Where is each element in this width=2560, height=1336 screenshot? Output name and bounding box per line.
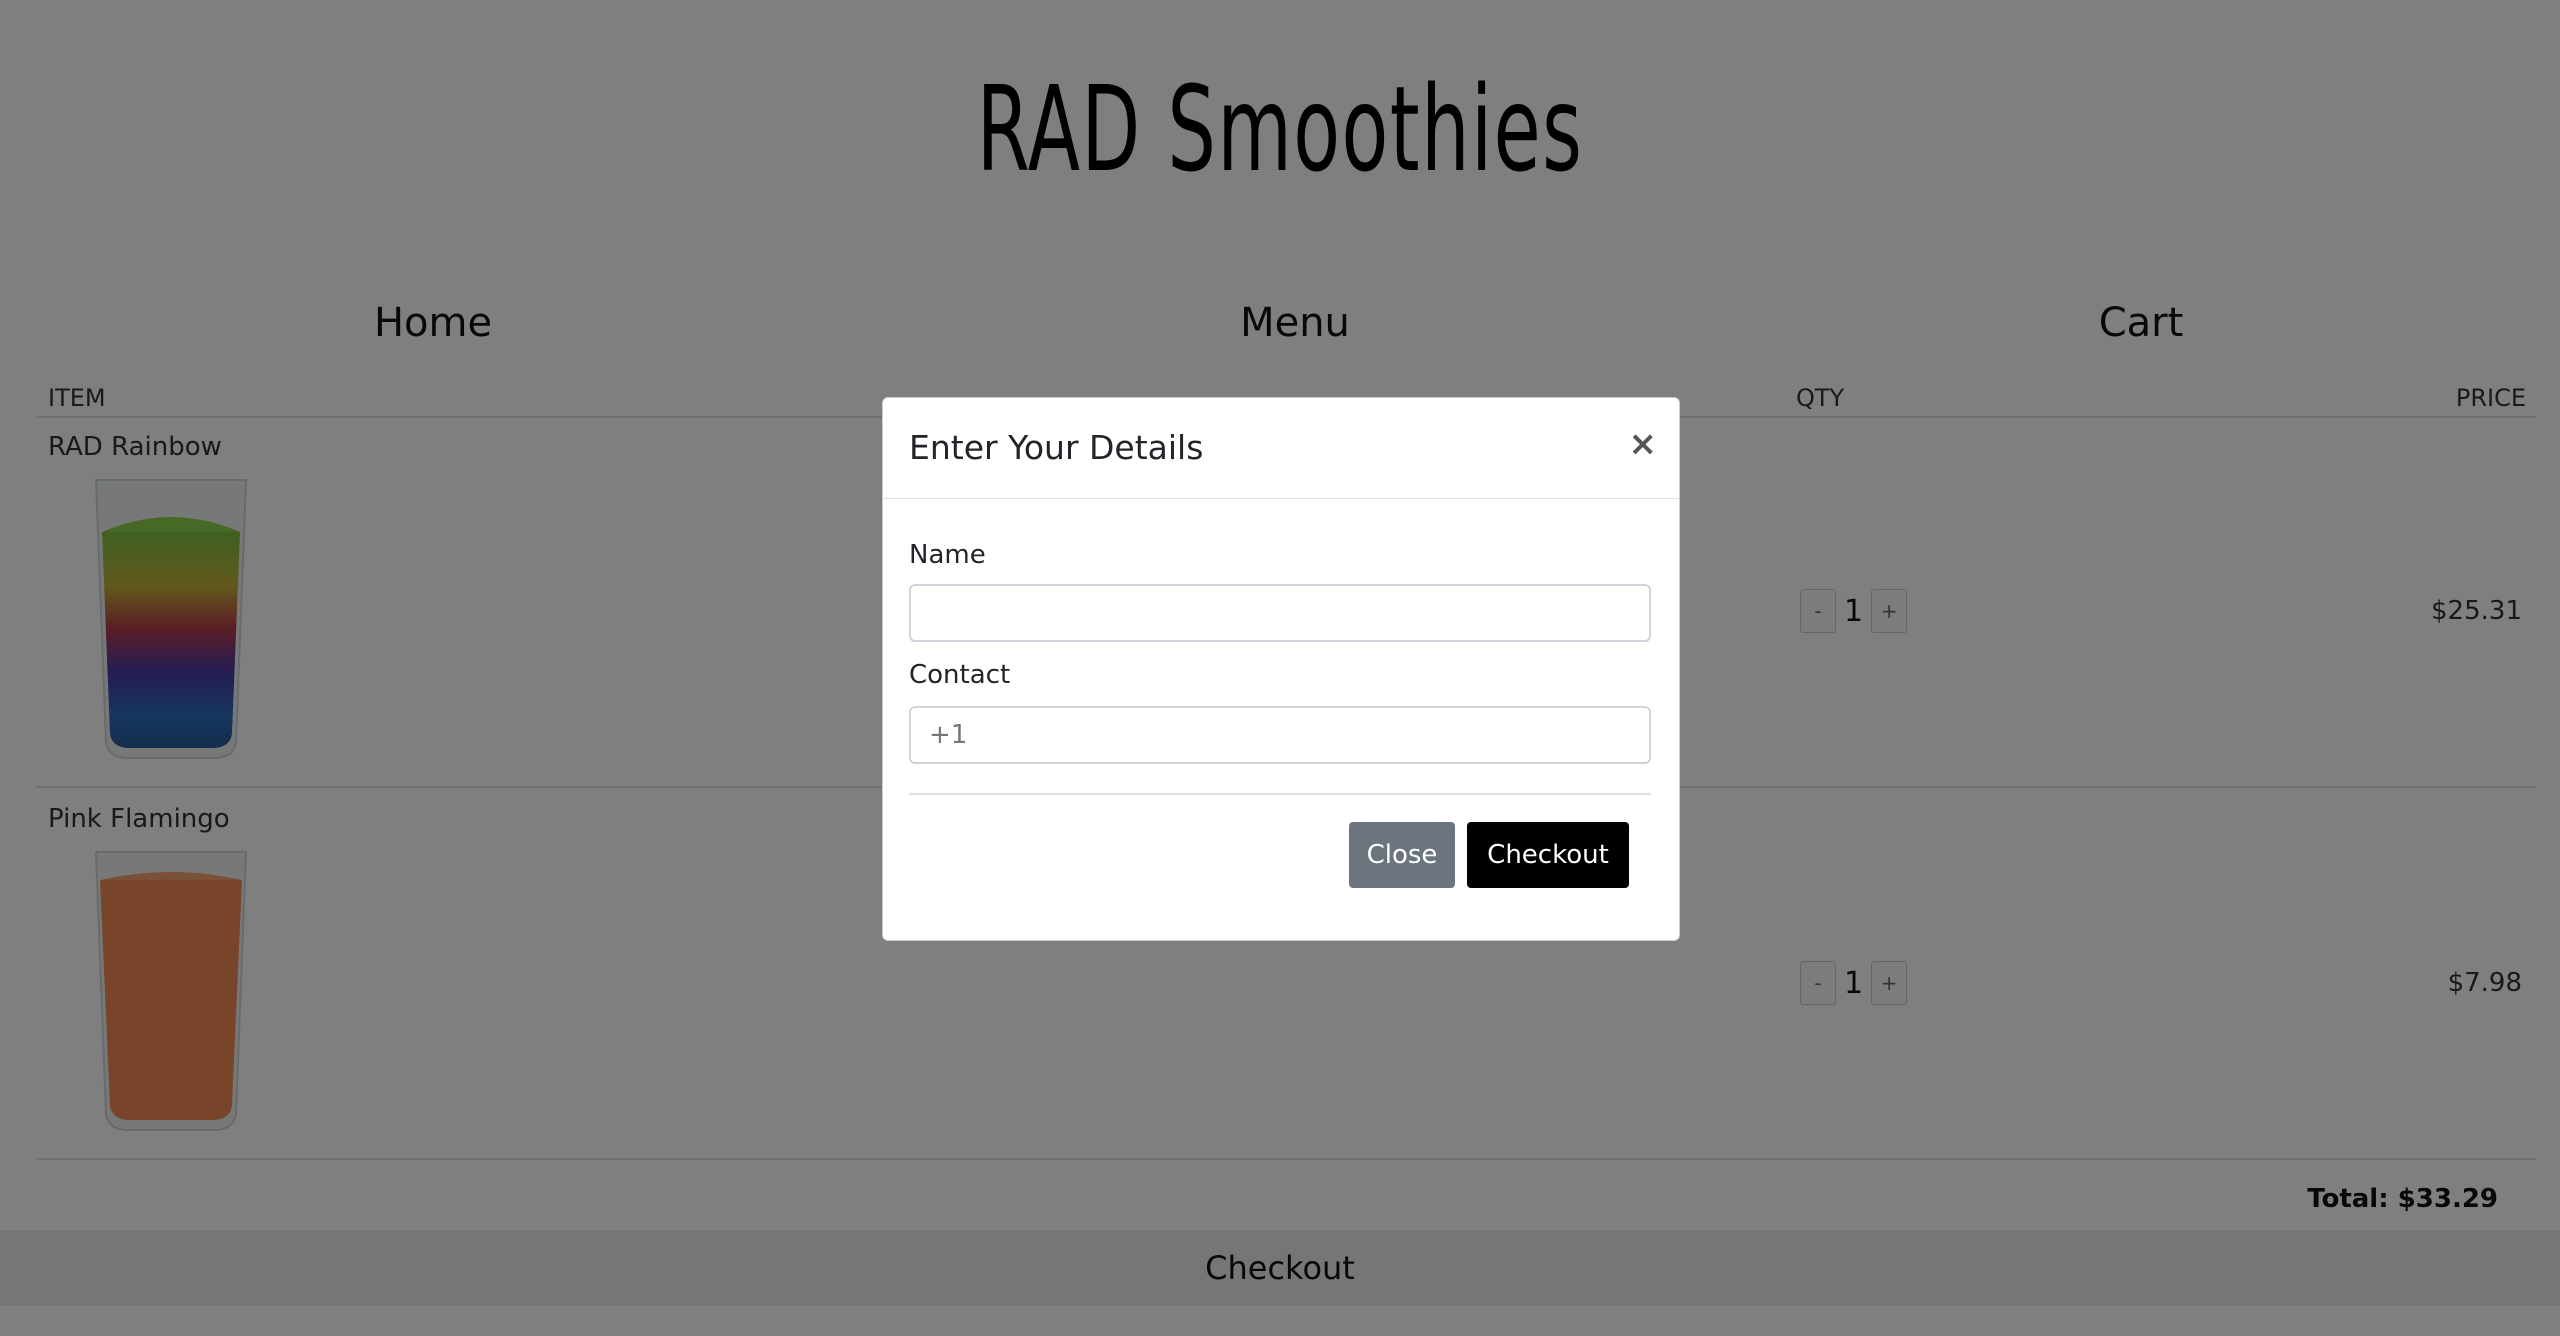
name-label: Name — [909, 540, 986, 570]
details-modal: Enter Your Details × Name Contact Close … — [882, 397, 1680, 941]
name-input[interactable] — [909, 584, 1651, 642]
contact-label: Contact — [909, 660, 1011, 690]
modal-header: Enter Your Details × — [883, 398, 1679, 499]
modal-title: Enter Your Details — [909, 428, 1204, 467]
contact-input[interactable] — [909, 706, 1651, 764]
close-icon[interactable]: × — [1629, 424, 1658, 464]
close-button[interactable]: Close — [1349, 822, 1455, 888]
page: RAD Smoothies Home Menu Cart ITEM QTY PR… — [0, 0, 2560, 1336]
modal-divider — [909, 793, 1651, 795]
checkout-button[interactable]: Checkout — [1467, 822, 1629, 888]
